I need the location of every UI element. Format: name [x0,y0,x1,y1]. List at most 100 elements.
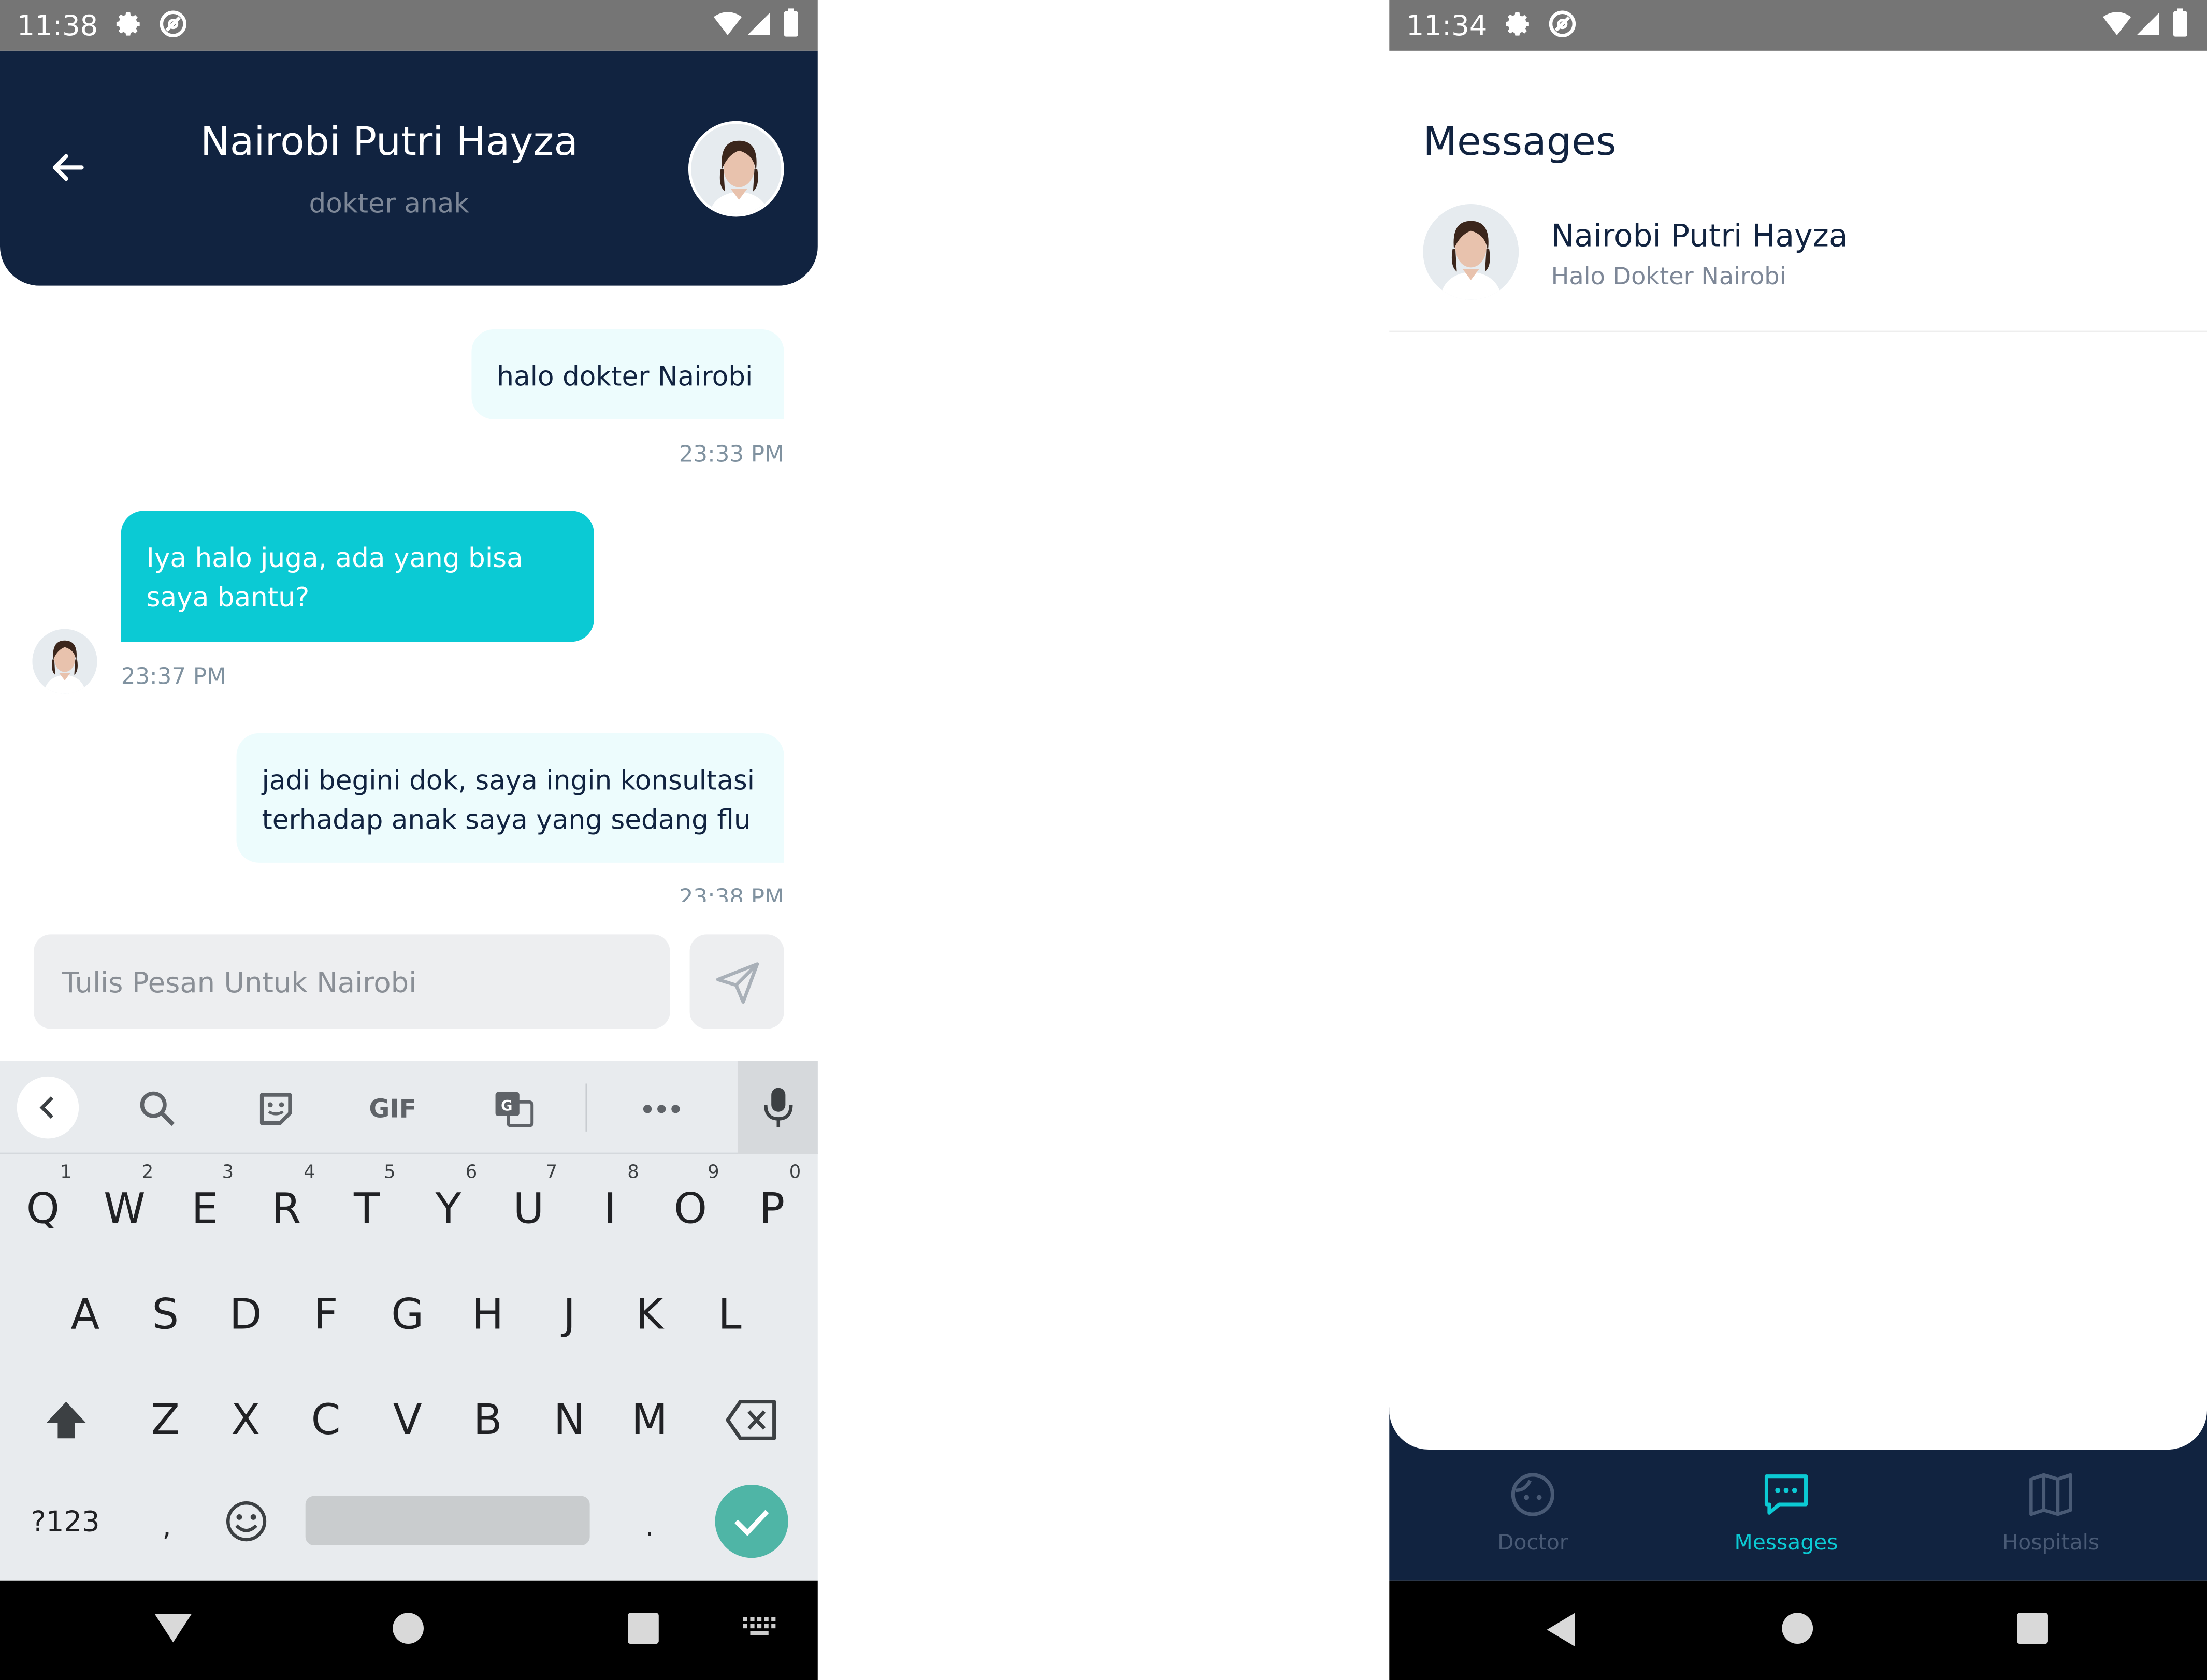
signal-battery-icons [2102,8,2187,37]
contact-role: dokter anak [309,189,470,220]
space-key[interactable] [305,1496,590,1545]
key-m[interactable]: M [610,1371,690,1469]
key-v[interactable]: V [367,1371,448,1469]
keyboard-search-button[interactable] [127,1078,189,1140]
key-c[interactable]: C [286,1371,366,1469]
nav-back-icon[interactable] [1544,1612,1578,1648]
key-j[interactable]: J [529,1265,610,1364]
message-list[interactable]: halo dokter Nairobi 23:33 PM Iya halo ju… [0,286,818,902]
data-saver-icon [1549,10,1576,37]
shift-icon [46,1401,85,1439]
more-dots-icon [643,1105,680,1113]
comma-key[interactable]: , [127,1476,207,1575]
key-f[interactable]: F [286,1265,366,1364]
tab-label: Messages [1734,1529,1838,1555]
key-u[interactable]: U7 [488,1160,569,1258]
message-bubble-received: Iya halo juga, ada yang bisa saya bantu? [121,511,594,642]
conversation-item[interactable]: Nairobi Putri Hayza Halo Dokter Nairobi [1389,197,2207,332]
doctor-avatar[interactable] [688,121,784,217]
key-n[interactable]: N [529,1371,610,1469]
map-icon [2029,1473,2072,1516]
key-k[interactable]: K [610,1265,690,1364]
doctor-icon [1511,1473,1554,1516]
nav-back-down-icon[interactable] [152,1612,194,1645]
status-bar: 11:34 [1389,0,2207,51]
key-w[interactable]: W2 [84,1160,165,1258]
chat-screen: 11:38 Nairobi Putri Hayza dokter anak ha… [0,0,818,1680]
search-icon [140,1091,175,1126]
key-d[interactable]: D [206,1265,286,1364]
keyboard-translate-button[interactable]: G [483,1078,545,1140]
status-time: 11:38 [17,8,98,42]
message-time: 23:37 PM [121,662,226,690]
message-input[interactable] [34,934,670,1029]
keyboard-more-button[interactable] [630,1078,693,1140]
keyboard-gif-button[interactable]: GIF [362,1078,424,1140]
keyboard-switch-icon[interactable] [743,1617,780,1642]
send-button[interactable] [689,934,784,1029]
messages-icon [1764,1474,1808,1515]
status-time: 11:34 [1406,8,1488,42]
doctor-avatar-small [32,629,97,694]
period-key[interactable]: . [610,1476,690,1575]
message-bubble-sent: jadi begini dok, saya ingin konsultasi t… [236,733,784,863]
contact-name: Nairobi Putri Hayza [200,118,578,165]
settings-icon [116,12,140,36]
translate-icon: G [495,1092,534,1127]
keyboard-sticker-button[interactable] [245,1078,307,1140]
sticker-icon [259,1093,292,1125]
chat-header: Nairobi Putri Hayza dokter anak [0,50,818,286]
key-x[interactable]: X [206,1371,286,1469]
nav-home-icon[interactable] [391,1612,425,1645]
message-time: 23:38 PM [679,884,784,902]
keyboard: GIF G Q1 W2 E3 R4 T5 Y6 U7 I8 O9 P 0 A S… [0,1061,818,1581]
key-q[interactable]: Q1 [3,1160,83,1258]
data-saver-icon [160,10,186,37]
enter-key[interactable] [715,1484,788,1558]
message-time: 23:33 PM [679,440,784,468]
key-s[interactable]: S [125,1265,206,1364]
status-bar: 11:38 [0,0,818,51]
key-a[interactable]: A [45,1265,125,1364]
tab-messages[interactable]: Messages [1687,1471,1884,1569]
key-b[interactable]: B [448,1371,528,1469]
toolbar-divider [585,1083,587,1132]
nav-home-icon[interactable] [1781,1612,1814,1645]
nav-recents-icon[interactable] [2015,1612,2049,1645]
key-i[interactable]: I8 [570,1160,651,1258]
keyboard-toolbar: GIF G [0,1061,818,1154]
tab-label: Doctor [1497,1529,1568,1555]
key-r[interactable]: R4 [247,1160,327,1258]
conversation-last-message: Halo Dokter Nairobi [1551,263,1786,292]
key-h[interactable]: H [448,1265,528,1364]
signal-battery-icons [713,8,798,37]
symbols-key[interactable]: ?123 [25,1472,106,1571]
send-icon [715,961,758,1003]
key-y[interactable]: Y6 [408,1160,488,1258]
key-l[interactable]: L [690,1265,770,1364]
backspace-key[interactable] [711,1371,791,1469]
key-e[interactable]: E3 [165,1160,245,1258]
system-nav-bar [1389,1580,2207,1680]
emoji-key[interactable] [206,1472,286,1571]
tab-doctor[interactable]: Doctor [1434,1471,1631,1569]
microphone-icon [763,1088,792,1127]
checkmark-icon [734,1510,769,1537]
key-t[interactable]: T5 [326,1160,407,1258]
key-z[interactable]: Z [125,1371,206,1469]
key-p[interactable]: P0 [732,1160,812,1258]
key-o[interactable]: O9 [650,1160,730,1258]
emoji-icon [225,1501,266,1542]
settings-icon [1506,12,1529,36]
voice-input-button[interactable] [737,1061,818,1154]
nav-recents-icon[interactable] [626,1612,660,1645]
conversation-avatar [1423,204,1519,300]
message-bubble-sent: halo dokter Nairobi [471,329,784,419]
messages-screen: 11:34 Messages Nairobi Putri Hayza Halo … [1389,0,2207,1680]
backspace-icon [725,1400,775,1440]
message-input-container [34,934,670,1029]
key-g[interactable]: G [367,1265,448,1364]
shift-key[interactable] [25,1371,106,1469]
keyboard-collapse-button[interactable] [17,1076,79,1139]
tab-hospitals[interactable]: Hospitals [1952,1471,2149,1569]
